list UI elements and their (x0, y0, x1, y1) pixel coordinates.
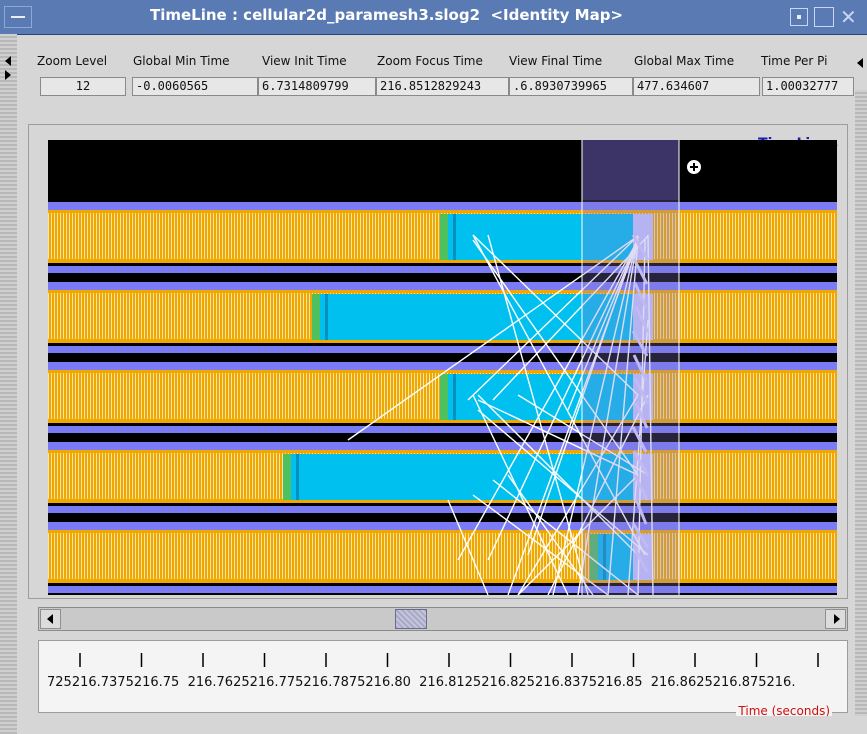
row-band-top (48, 202, 837, 210)
state-green (312, 294, 320, 340)
row-edge (48, 530, 837, 533)
row-edge (48, 579, 837, 583)
axis-tick-labels: 725216.7375216.75 216.7625216.775216.787… (47, 675, 796, 690)
window-title: TimeLine : cellular2d_paramesh3.slog2 <I… (150, 6, 624, 24)
header-view-final-time: View Final Time (509, 54, 603, 68)
row-edge (48, 370, 837, 373)
row-band-bottom (48, 506, 837, 513)
maximize-button[interactable] (814, 7, 834, 27)
row-band-bottom (48, 346, 837, 353)
timeline-window: TimeLine : cellular2d_paramesh3.slog2 <I… (0, 0, 867, 734)
title-bar[interactable]: TimeLine : cellular2d_paramesh3.slog2 <I… (0, 0, 867, 35)
header-global-max-time: Global Max Time (634, 54, 735, 68)
timeline-canvas[interactable] (48, 140, 837, 595)
row-band-top (48, 522, 837, 530)
header-global-min-time: Global Min Time (133, 54, 230, 68)
row-band-bottom (48, 266, 837, 273)
selection-region[interactable] (582, 140, 679, 595)
scroll-left-icon[interactable] (5, 56, 11, 66)
window-menu-button[interactable] (4, 6, 32, 28)
zoom-focus-time-field[interactable]: 216.8512829243 (376, 77, 509, 96)
timeline-scrollbar[interactable] (38, 607, 848, 631)
header-time-per-pixel: Time Per Pi (761, 54, 828, 68)
state-edge (453, 214, 456, 260)
arrow-left-icon (47, 614, 53, 624)
time-per-pixel-field[interactable]: 1.00032777 (762, 77, 854, 96)
row-band-top (48, 362, 837, 370)
scroll-left-button[interactable] (40, 609, 61, 629)
row-band-top (48, 282, 837, 290)
header-zoom-level: Zoom Level (37, 54, 108, 68)
scroll-right-button[interactable] (825, 609, 846, 629)
arrow-right-icon (834, 614, 840, 624)
timeline-drawing[interactable] (48, 140, 837, 595)
state-green (440, 374, 448, 420)
state-edge (453, 374, 456, 420)
row-edge (48, 210, 837, 213)
state-edge (325, 294, 328, 340)
row-band-bottom (48, 586, 837, 593)
bottom-strip (18, 716, 867, 734)
selection-header (582, 140, 679, 200)
zoom-level-field[interactable]: 12 (40, 77, 126, 96)
magnifier-plus-icon (685, 158, 710, 183)
global-max-time-field[interactable]: 477.634607 (633, 77, 760, 96)
global-min-time-field[interactable]: -0.0060565 (132, 77, 258, 96)
right-scroll-left-icon[interactable] (857, 58, 863, 68)
view-final-time-field[interactable]: .6.8930739965 (509, 77, 633, 96)
timeline-rows (48, 202, 837, 593)
scroll-right-icon[interactable] (5, 70, 11, 80)
row-band-top (48, 442, 837, 450)
header-view-init-time: View Init Time (262, 54, 347, 68)
minimize-button[interactable] (790, 8, 808, 26)
row-band-bottom (48, 426, 837, 433)
state-edge (296, 454, 299, 500)
row-edge (48, 450, 837, 453)
right-rail (855, 58, 867, 734)
header-zoom-focus-time: Zoom Focus Time (377, 54, 483, 68)
close-icon[interactable]: ✕ (840, 6, 857, 28)
scroll-thumb[interactable] (395, 609, 427, 629)
state-green (283, 454, 291, 500)
state-stripe (48, 533, 837, 579)
left-rail (0, 34, 17, 734)
view-init-time-field[interactable]: 6.7314809799 (258, 77, 376, 96)
state-green (440, 214, 448, 260)
row-edge (48, 290, 837, 293)
